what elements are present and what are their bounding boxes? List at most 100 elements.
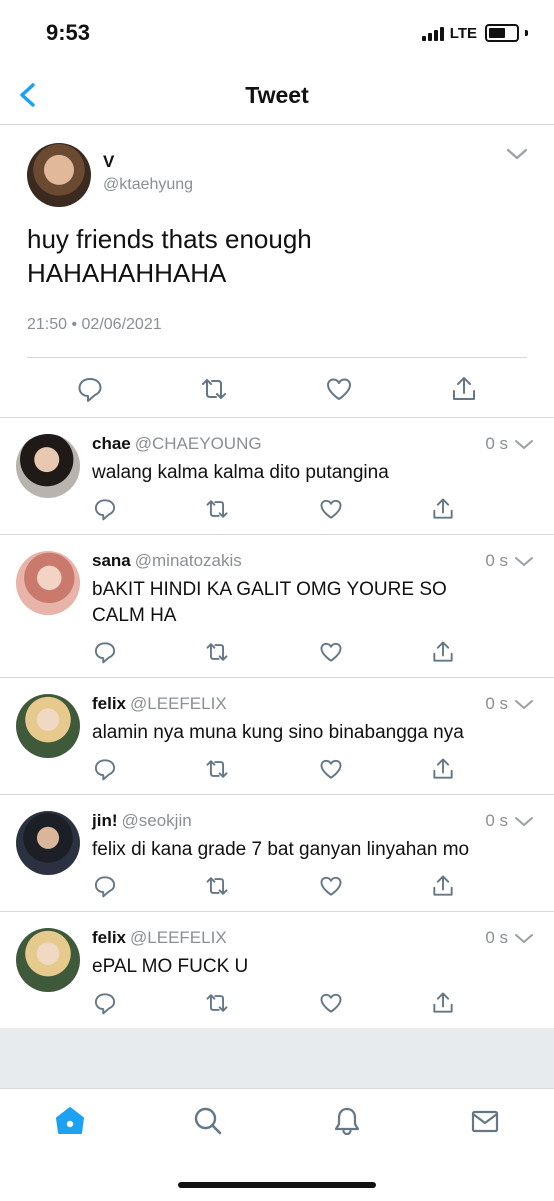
retweet-button[interactable] xyxy=(199,374,229,404)
more-options-button[interactable] xyxy=(514,698,534,712)
like-button[interactable] xyxy=(318,756,344,782)
avatar[interactable] xyxy=(16,434,80,498)
bell-icon xyxy=(334,1107,360,1136)
heart-icon xyxy=(327,378,351,400)
reply-author-handle[interactable]: @seokjin xyxy=(122,811,192,830)
share-button[interactable] xyxy=(430,873,456,899)
share-button[interactable] xyxy=(430,990,456,1016)
avatar[interactable] xyxy=(16,694,80,758)
retweet-button[interactable] xyxy=(204,496,230,522)
reply-tweet[interactable]: jin! @seokjin 0 s felix di kana grade 7 b… xyxy=(0,795,554,912)
divider xyxy=(27,357,527,358)
reply-icon xyxy=(94,876,116,898)
retweet-icon xyxy=(202,379,226,399)
reply-button[interactable] xyxy=(92,756,118,782)
tab-home[interactable] xyxy=(54,1105,86,1137)
like-button[interactable] xyxy=(318,639,344,665)
nav-bar: Tweet xyxy=(0,70,554,125)
reply-button[interactable] xyxy=(92,990,118,1016)
home-indicator[interactable] xyxy=(178,1182,376,1188)
share-icon xyxy=(433,641,453,662)
avatar[interactable] xyxy=(16,811,80,875)
reply-author-handle[interactable]: @LEEFELIX xyxy=(130,928,227,947)
status-bar: 9:53 LTE xyxy=(0,0,554,70)
reply-author-name[interactable]: chae xyxy=(92,434,131,453)
reply-text: alamin nya muna kung sino binabangga nya xyxy=(92,722,464,743)
reply-author-name[interactable]: felix xyxy=(92,928,126,947)
more-options-button[interactable] xyxy=(514,555,534,569)
retweet-button[interactable] xyxy=(204,990,230,1016)
chevron-down-icon xyxy=(515,817,533,826)
reply-button[interactable] xyxy=(92,873,118,899)
tab-notifications[interactable] xyxy=(331,1105,363,1137)
retweet-icon xyxy=(206,760,228,778)
share-button[interactable] xyxy=(430,496,456,522)
share-button[interactable] xyxy=(430,639,456,665)
avatar[interactable] xyxy=(16,551,80,615)
heart-icon xyxy=(320,759,342,779)
like-button[interactable] xyxy=(324,374,354,404)
reply-time: 0 s xyxy=(485,694,508,713)
reply-tweet[interactable]: sana @minatozakis 0 s bAKIT HINDI KA GALI… xyxy=(0,535,554,678)
share-icon xyxy=(433,992,453,1013)
reply-author-name[interactable]: felix xyxy=(92,694,126,713)
tab-search[interactable] xyxy=(192,1105,224,1137)
retweet-button[interactable] xyxy=(204,873,230,899)
tweet-actions xyxy=(0,374,554,404)
avatar[interactable] xyxy=(27,143,91,207)
reply-button[interactable] xyxy=(75,374,105,404)
reply-tweet[interactable]: felix @LEEFELIX 0 s alamin nya muna kung … xyxy=(0,678,554,795)
chevron-down-icon xyxy=(506,148,528,160)
reply-button[interactable] xyxy=(92,639,118,665)
retweet-icon xyxy=(206,500,228,518)
like-button[interactable] xyxy=(318,873,344,899)
reply-time: 0 s xyxy=(485,928,508,947)
chevron-down-icon xyxy=(515,934,533,943)
reply-author-handle[interactable]: @LEEFELIX xyxy=(130,694,227,713)
status-indicators: LTE xyxy=(421,24,528,42)
share-icon xyxy=(433,498,453,519)
reply-icon xyxy=(94,759,116,781)
search-icon xyxy=(194,1107,222,1135)
share-button[interactable] xyxy=(449,374,479,404)
reply-time: 0 s xyxy=(485,434,508,453)
share-button[interactable] xyxy=(430,756,456,782)
reply-button[interactable] xyxy=(92,496,118,522)
like-button[interactable] xyxy=(318,496,344,522)
like-button[interactable] xyxy=(318,990,344,1016)
reply-author-handle[interactable]: @minatozakis xyxy=(135,551,242,570)
more-options-button[interactable] xyxy=(514,932,534,946)
author-name[interactable]: V xyxy=(103,152,114,172)
reply-author-name[interactable]: sana xyxy=(92,551,131,570)
author-handle[interactable]: @ktaehyung xyxy=(103,176,193,194)
home-icon xyxy=(56,1107,84,1134)
more-options-button[interactable] xyxy=(514,815,534,829)
share-icon xyxy=(433,758,453,779)
tab-messages[interactable] xyxy=(469,1105,501,1137)
reply-text: bAKIT HINDI KA GALIT OMG YOURE SO CALM H… xyxy=(92,579,447,626)
avatar[interactable] xyxy=(16,928,80,992)
reply-author-name[interactable]: jin! xyxy=(92,811,118,830)
reply-tweet[interactable]: felix @LEEFELIX 0 s ePAL MO FUCK U xyxy=(0,912,554,1028)
reply-time: 0 s xyxy=(485,551,508,570)
reply-text: ePAL MO FUCK U xyxy=(92,956,249,977)
reply-header: felix @LEEFELIX xyxy=(92,928,227,948)
retweet-button[interactable] xyxy=(204,639,230,665)
reply-icon xyxy=(94,499,116,521)
reply-author-handle[interactable]: @CHAEYOUNG xyxy=(135,434,262,453)
reply-header: jin! @seokjin xyxy=(92,811,192,831)
network-label: LTE xyxy=(449,24,477,42)
reply-text: walang kalma kalma dito putangina xyxy=(92,462,389,483)
reply-header: chae @CHAEYOUNG xyxy=(92,434,262,454)
retweet-icon xyxy=(206,994,228,1012)
chevron-down-icon xyxy=(515,700,533,709)
more-options-button[interactable] xyxy=(505,146,529,162)
retweet-button[interactable] xyxy=(204,756,230,782)
reply-header: felix @LEEFELIX xyxy=(92,694,227,714)
more-options-button[interactable] xyxy=(514,438,534,452)
heart-icon xyxy=(320,876,342,896)
retweet-icon xyxy=(206,877,228,895)
reply-tweet[interactable]: chae @CHAEYOUNG 0 s walang kalma kalma di… xyxy=(0,418,554,535)
retweet-icon xyxy=(206,643,228,661)
reply-icon xyxy=(94,642,116,664)
